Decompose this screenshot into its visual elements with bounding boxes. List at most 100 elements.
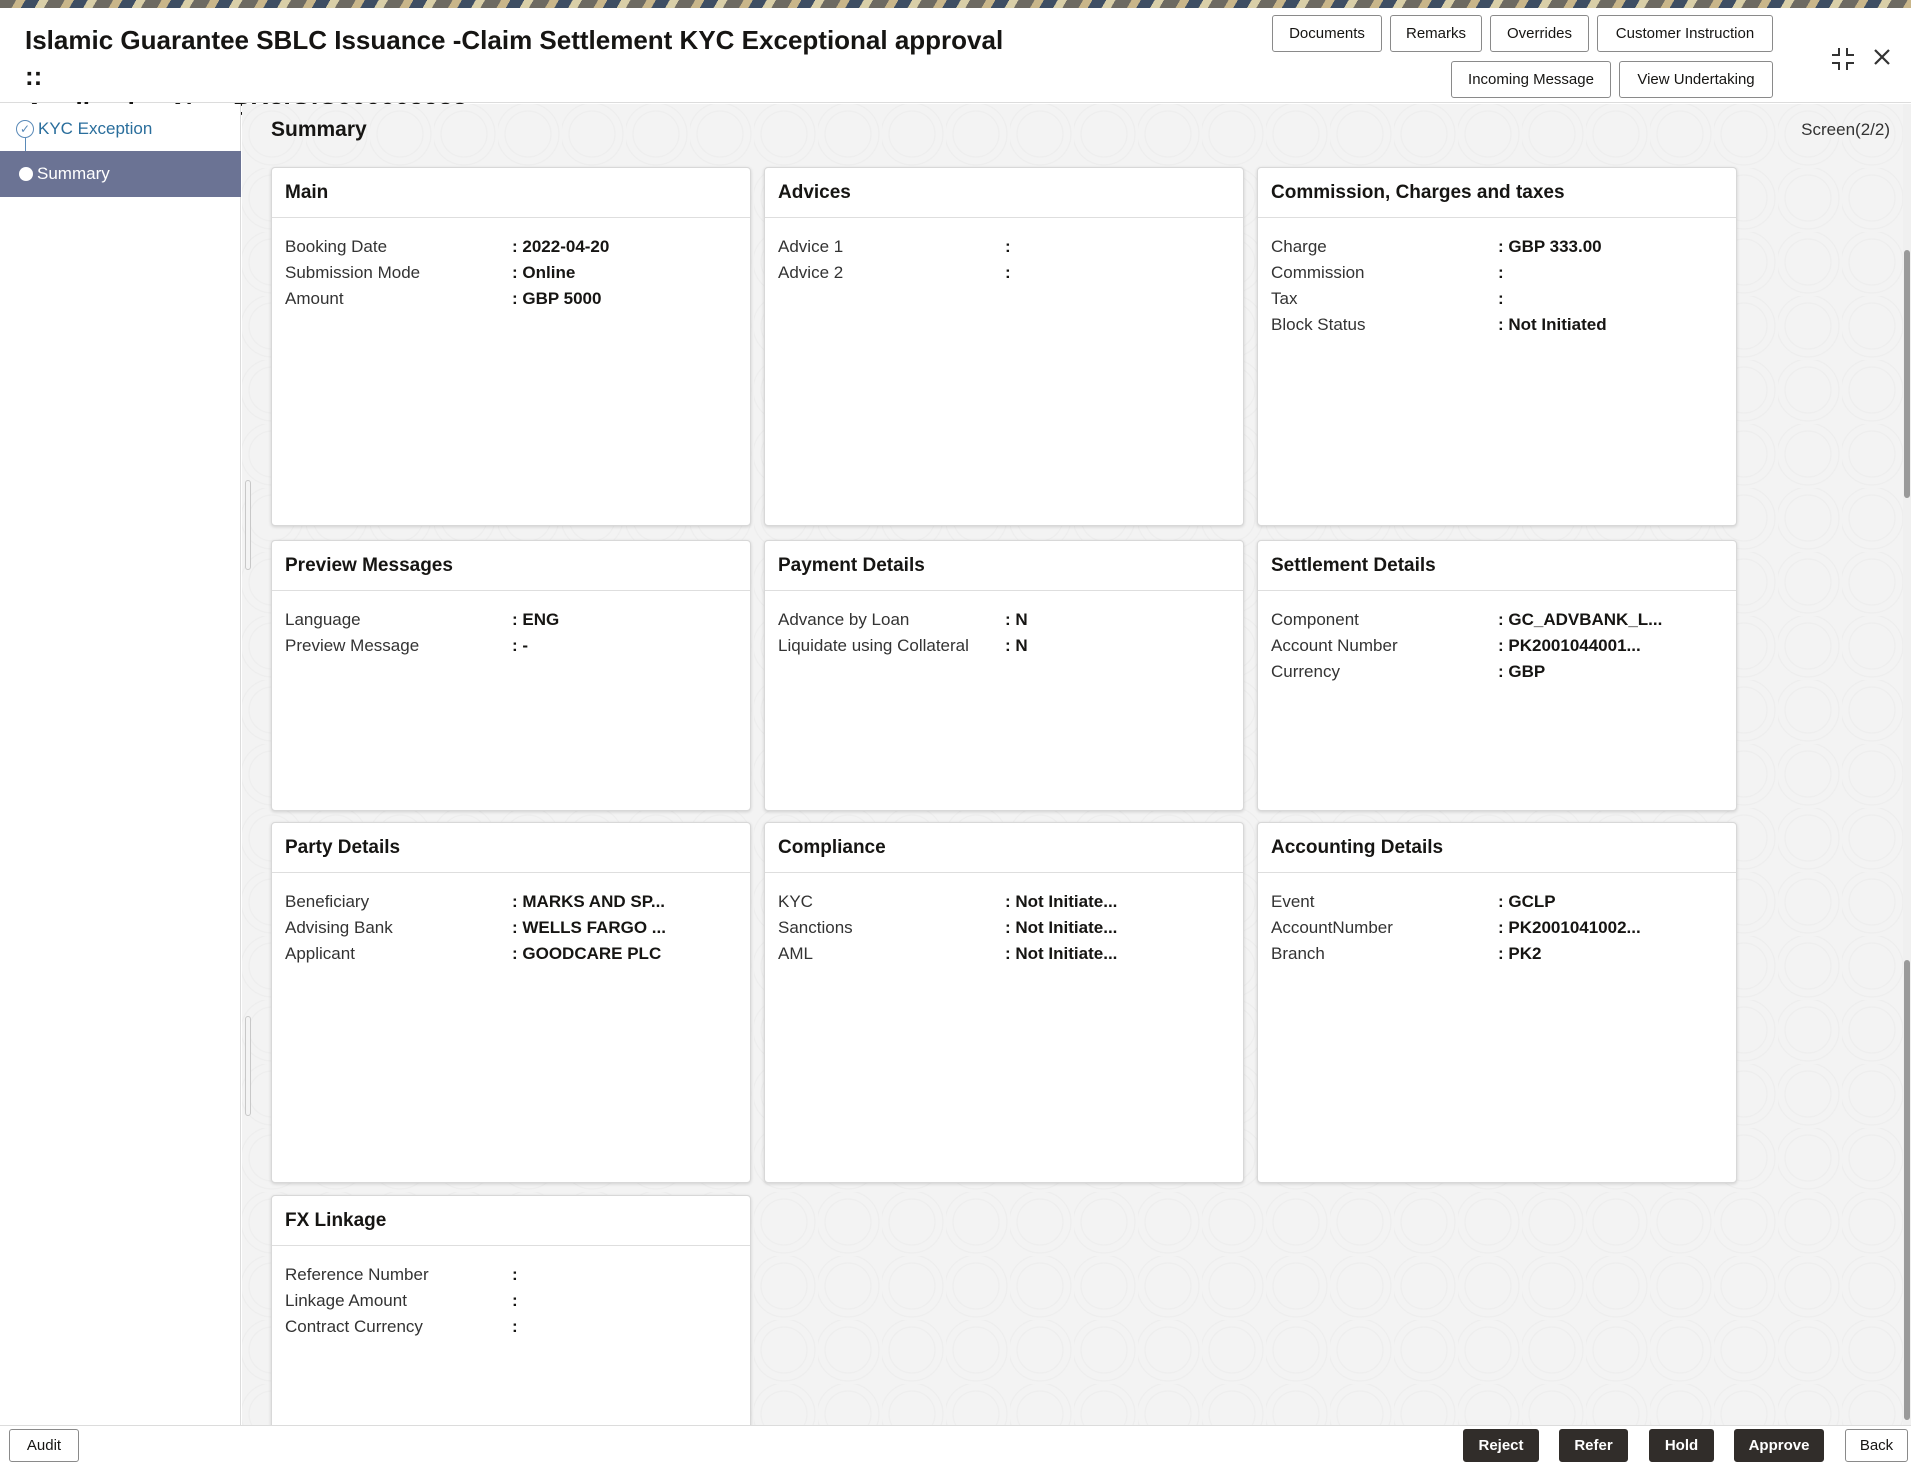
field-label: Component <box>1271 610 1498 630</box>
field-label: Event <box>1271 892 1498 912</box>
documents-button[interactable]: Documents <box>1272 15 1382 52</box>
field-value: : N <box>1005 636 1028 656</box>
card-payment-details[interactable]: Payment Details Advance by Loan: N Liqui… <box>764 540 1244 811</box>
field-label: Beneficiary <box>285 892 512 912</box>
card-compliance[interactable]: Compliance KYC: Not Initiate... Sanction… <box>764 822 1244 1183</box>
remarks-button[interactable]: Remarks <box>1390 15 1482 52</box>
card-settlement-details[interactable]: Settlement Details Component: GC_ADVBANK… <box>1257 540 1737 811</box>
field-label: Linkage Amount <box>285 1291 512 1311</box>
main-content: Summary Screen(2/2) Main Booking Date: 2… <box>242 104 1911 1425</box>
field-value: : <box>1498 289 1504 309</box>
field-label: Advice 1 <box>778 237 1005 257</box>
field-value: : Not Initiate... <box>1005 892 1117 912</box>
active-step-icon <box>19 167 33 181</box>
hold-button[interactable]: Hold <box>1649 1429 1714 1462</box>
field-row: Beneficiary: MARKS AND SP... <box>285 889 737 915</box>
resize-handle[interactable] <box>245 1016 251 1116</box>
field-label: Contract Currency <box>285 1317 512 1337</box>
field-value: : Not Initiated <box>1498 315 1607 335</box>
close-icon[interactable] <box>1871 46 1893 72</box>
card-commission[interactable]: Commission, Charges and taxes Charge: GB… <box>1257 167 1737 526</box>
card-advices[interactable]: Advices Advice 1: Advice 2: <box>764 167 1244 526</box>
field-row: Currency: GBP <box>1271 659 1723 685</box>
card-title: Accounting Details <box>1258 823 1736 873</box>
field-label: Sanctions <box>778 918 1005 938</box>
collapse-icon[interactable] <box>1830 46 1856 76</box>
field-row: Reference Number: <box>285 1262 737 1288</box>
card-title: Commission, Charges and taxes <box>1258 168 1736 218</box>
field-row: Branch: PK2 <box>1271 941 1723 967</box>
field-label: Amount <box>285 289 512 309</box>
field-value: : <box>512 1317 518 1337</box>
card-title: Party Details <box>272 823 750 873</box>
field-value: : GC_ADVBANK_L... <box>1498 610 1662 630</box>
view-undertaking-button[interactable]: View Undertaking <box>1619 61 1773 98</box>
card-title: Payment Details <box>765 541 1243 591</box>
field-row: Liquidate using Collateral: N <box>778 633 1230 659</box>
field-label: Preview Message <box>285 636 512 656</box>
overrides-button[interactable]: Overrides <box>1490 15 1589 52</box>
field-row: Event: GCLP <box>1271 889 1723 915</box>
field-row: Language: ENG <box>285 607 737 633</box>
sidebar-item-summary[interactable]: Summary <box>0 151 241 197</box>
field-row: Advice 1: <box>778 234 1230 260</box>
field-row: Charge: GBP 333.00 <box>1271 234 1723 260</box>
field-value: : - <box>512 636 528 656</box>
card-accounting-details[interactable]: Accounting Details Event: GCLP AccountNu… <box>1257 822 1737 1183</box>
field-row: Applicant: GOODCARE PLC <box>285 941 737 967</box>
field-value: : Online <box>512 263 575 283</box>
audit-button[interactable]: Audit <box>9 1429 79 1462</box>
field-row: AccountNumber: PK2001041002... <box>1271 915 1723 941</box>
field-value: : PK2001041002... <box>1498 918 1641 938</box>
field-value: : MARKS AND SP... <box>512 892 665 912</box>
field-row: Sanctions: Not Initiate... <box>778 915 1230 941</box>
field-row: KYC: Not Initiate... <box>778 889 1230 915</box>
field-value: : <box>1005 263 1011 283</box>
scrollbar-thumb[interactable] <box>1904 250 1910 498</box>
field-row: Preview Message: - <box>285 633 737 659</box>
field-label: AccountNumber <box>1271 918 1498 938</box>
field-value: : GBP <box>1498 662 1545 682</box>
field-row: Tax: <box>1271 286 1723 312</box>
field-label: Block Status <box>1271 315 1498 335</box>
card-fx-linkage[interactable]: FX Linkage Reference Number: Linkage Amo… <box>271 1195 751 1425</box>
sidebar-item-kyc-exception[interactable]: ✓ KYC Exception <box>16 114 152 144</box>
card-title: Settlement Details <box>1258 541 1736 591</box>
field-value: : <box>512 1291 518 1311</box>
sidebar-item-label: Summary <box>37 164 110 184</box>
field-label: Advice 2 <box>778 263 1005 283</box>
approve-button[interactable]: Approve <box>1734 1429 1824 1462</box>
footer: Audit Reject Refer Hold Approve Back <box>0 1425 1911 1464</box>
resize-handle[interactable] <box>245 480 251 570</box>
screen-indicator: Screen(2/2) <box>1801 120 1890 140</box>
field-value: : Not Initiate... <box>1005 944 1117 964</box>
card-party-details[interactable]: Party Details Beneficiary: MARKS AND SP.… <box>271 822 751 1183</box>
card-preview-messages[interactable]: Preview Messages Language: ENG Preview M… <box>271 540 751 811</box>
field-label: Advance by Loan <box>778 610 1005 630</box>
reject-button[interactable]: Reject <box>1463 1429 1539 1462</box>
field-row: Linkage Amount: <box>285 1288 737 1314</box>
back-button[interactable]: Back <box>1845 1429 1908 1462</box>
field-value: : GCLP <box>1498 892 1556 912</box>
field-row: Component: GC_ADVBANK_L... <box>1271 607 1723 633</box>
field-value: : 2022-04-20 <box>512 237 609 257</box>
card-title: Main <box>272 168 750 218</box>
check-circle-icon: ✓ <box>16 120 34 138</box>
scrollbar-thumb-secondary[interactable] <box>1904 960 1910 1420</box>
customer-instruction-button[interactable]: Customer Instruction <box>1597 15 1773 52</box>
refer-button[interactable]: Refer <box>1559 1429 1628 1462</box>
field-label: Account Number <box>1271 636 1498 656</box>
top-banner-strip <box>0 0 1911 8</box>
incoming-message-button[interactable]: Incoming Message <box>1451 61 1611 98</box>
field-value: : GBP 333.00 <box>1498 237 1602 257</box>
field-row: Submission Mode: Online <box>285 260 737 286</box>
field-value: : GOODCARE PLC <box>512 944 661 964</box>
field-value: : <box>1005 237 1011 257</box>
field-value: : GBP 5000 <box>512 289 601 309</box>
card-main[interactable]: Main Booking Date: 2022-04-20 Submission… <box>271 167 751 526</box>
field-label: Advising Bank <box>285 918 512 938</box>
field-value: : Not Initiate... <box>1005 918 1117 938</box>
field-label: Charge <box>1271 237 1498 257</box>
field-row: Account Number: PK2001044001... <box>1271 633 1723 659</box>
header: Islamic Guarantee SBLC Issuance -Claim S… <box>0 8 1911 103</box>
